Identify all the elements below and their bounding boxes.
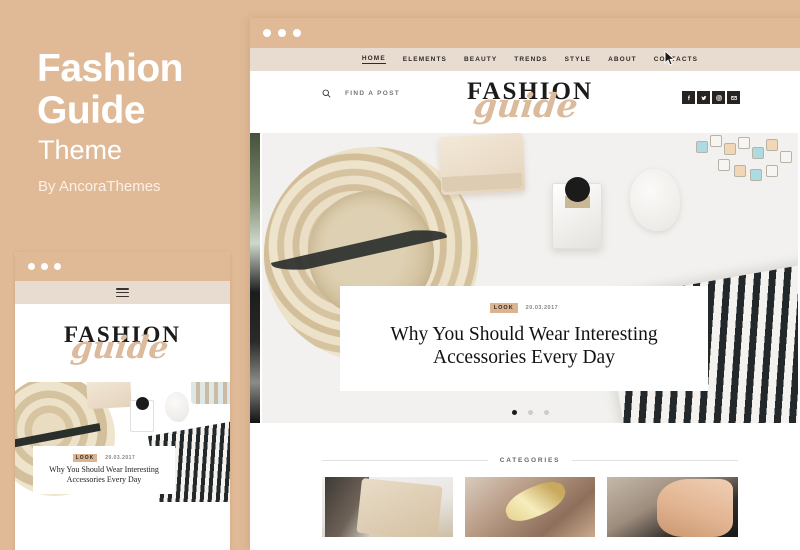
hamburger-icon[interactable]	[116, 288, 129, 297]
window-dot-minimize[interactable]	[278, 29, 286, 37]
mobile-hero-date: 20.03.2017	[105, 455, 136, 461]
mobile-perfume-cap-shape	[136, 397, 149, 410]
nav-item-about[interactable]: ABOUT	[608, 56, 637, 63]
categories-heading-row: CATEGORIES	[250, 457, 800, 464]
mobile-hero-image: LOOK 20.03.2017 Why You Should Wear Inte…	[15, 382, 230, 502]
mobile-logo-script: guide	[68, 329, 171, 366]
promo-title: Fashion Guide	[37, 47, 184, 132]
mobile-stone-shape	[165, 392, 189, 422]
nav-item-elements[interactable]: ELEMENTS	[403, 56, 447, 63]
categories-heading: CATEGORIES	[499, 457, 561, 464]
browser-window: HOME ELEMENTS BEAUTY TRENDS STYLE ABOUT …	[250, 18, 800, 550]
statement-necklace-shape	[692, 133, 798, 193]
hero-category-badge[interactable]: LOOK	[489, 303, 518, 313]
categories-grid	[250, 464, 800, 537]
hero-meta-row: LOOK 20.03.2017	[350, 303, 698, 313]
promo-byline: By AncoraThemes	[38, 178, 161, 195]
search-group	[322, 89, 435, 98]
window-dot-maximize[interactable]	[293, 29, 301, 37]
window-dot-close[interactable]	[263, 29, 271, 37]
mobile-clutch-shape	[86, 382, 132, 410]
carousel-dots	[250, 410, 800, 415]
carousel-prev-slide-sliver[interactable]	[250, 133, 260, 423]
search-icon[interactable]	[322, 89, 331, 98]
mobile-window-dot-maximize[interactable]	[54, 263, 61, 270]
mobile-titlebar	[15, 252, 230, 281]
mobile-window-dot-minimize[interactable]	[41, 263, 48, 270]
mobile-hero-meta: LOOK 20.03.2017	[37, 454, 171, 462]
site-logo-script: guide	[472, 86, 580, 125]
promo-panel: Fashion Guide Theme By AncoraThemes FASH…	[0, 0, 250, 550]
site-header: FASHION guide	[250, 71, 800, 133]
mobile-hero-title[interactable]: Why You Should Wear Interesting Accessor…	[37, 465, 171, 485]
divider-right	[572, 460, 738, 461]
social-links-group	[682, 91, 740, 104]
hero-date: 20.03.2017	[525, 305, 559, 311]
category-card-3[interactable]	[607, 477, 739, 537]
mobile-navbar	[15, 281, 230, 304]
nav-item-trends[interactable]: TRENDS	[514, 56, 547, 63]
hero-article-card[interactable]: LOOK 20.03.2017 Why You Should Wear Inte…	[340, 286, 708, 391]
hero-article-title[interactable]: Why You Should Wear Interesting Accessor…	[350, 323, 698, 369]
mobile-window-dot-close[interactable]	[28, 263, 35, 270]
facebook-icon[interactable]	[682, 91, 695, 104]
mouse-cursor-icon	[664, 51, 676, 66]
promo-subtitle: Theme	[38, 135, 123, 165]
carousel-dot-1[interactable]	[511, 410, 517, 415]
category-card-2[interactable]	[464, 477, 596, 537]
mobile-preview-mockup: FASHION guide LOOK 20.03.2017 Why You Sh…	[15, 252, 230, 550]
mobile-site-logo[interactable]: FASHION guide	[15, 304, 230, 382]
site-logo-word: FASHION	[466, 78, 594, 105]
email-icon[interactable]	[727, 91, 740, 104]
categories-section: CATEGORIES	[250, 423, 800, 537]
browser-titlebar	[250, 18, 800, 48]
carousel-dot-2[interactable]	[527, 410, 533, 415]
instagram-icon[interactable]	[712, 91, 725, 104]
site-nav: HOME ELEMENTS BEAUTY TRENDS STYLE ABOUT …	[250, 48, 800, 71]
category-card-1[interactable]	[322, 477, 453, 537]
nav-item-style[interactable]: STYLE	[565, 56, 591, 63]
twitter-icon[interactable]	[697, 91, 710, 104]
mobile-necklace-shape	[191, 382, 230, 404]
hero-carousel[interactable]: LOOK 20.03.2017 Why You Should Wear Inte…	[250, 133, 800, 423]
nav-item-home[interactable]: HOME	[361, 55, 386, 64]
perfume-cap-shape	[565, 177, 590, 202]
mobile-hero-category-badge[interactable]: LOOK	[72, 454, 98, 462]
decorative-stone-shape	[630, 169, 680, 231]
carousel-dot-3[interactable]	[543, 410, 549, 415]
nav-item-beauty[interactable]: BEAUTY	[464, 56, 497, 63]
mobile-hero-article-card[interactable]: LOOK 20.03.2017 Why You Should Wear Inte…	[33, 446, 175, 494]
divider-left	[322, 460, 488, 461]
search-input[interactable]	[345, 90, 435, 97]
